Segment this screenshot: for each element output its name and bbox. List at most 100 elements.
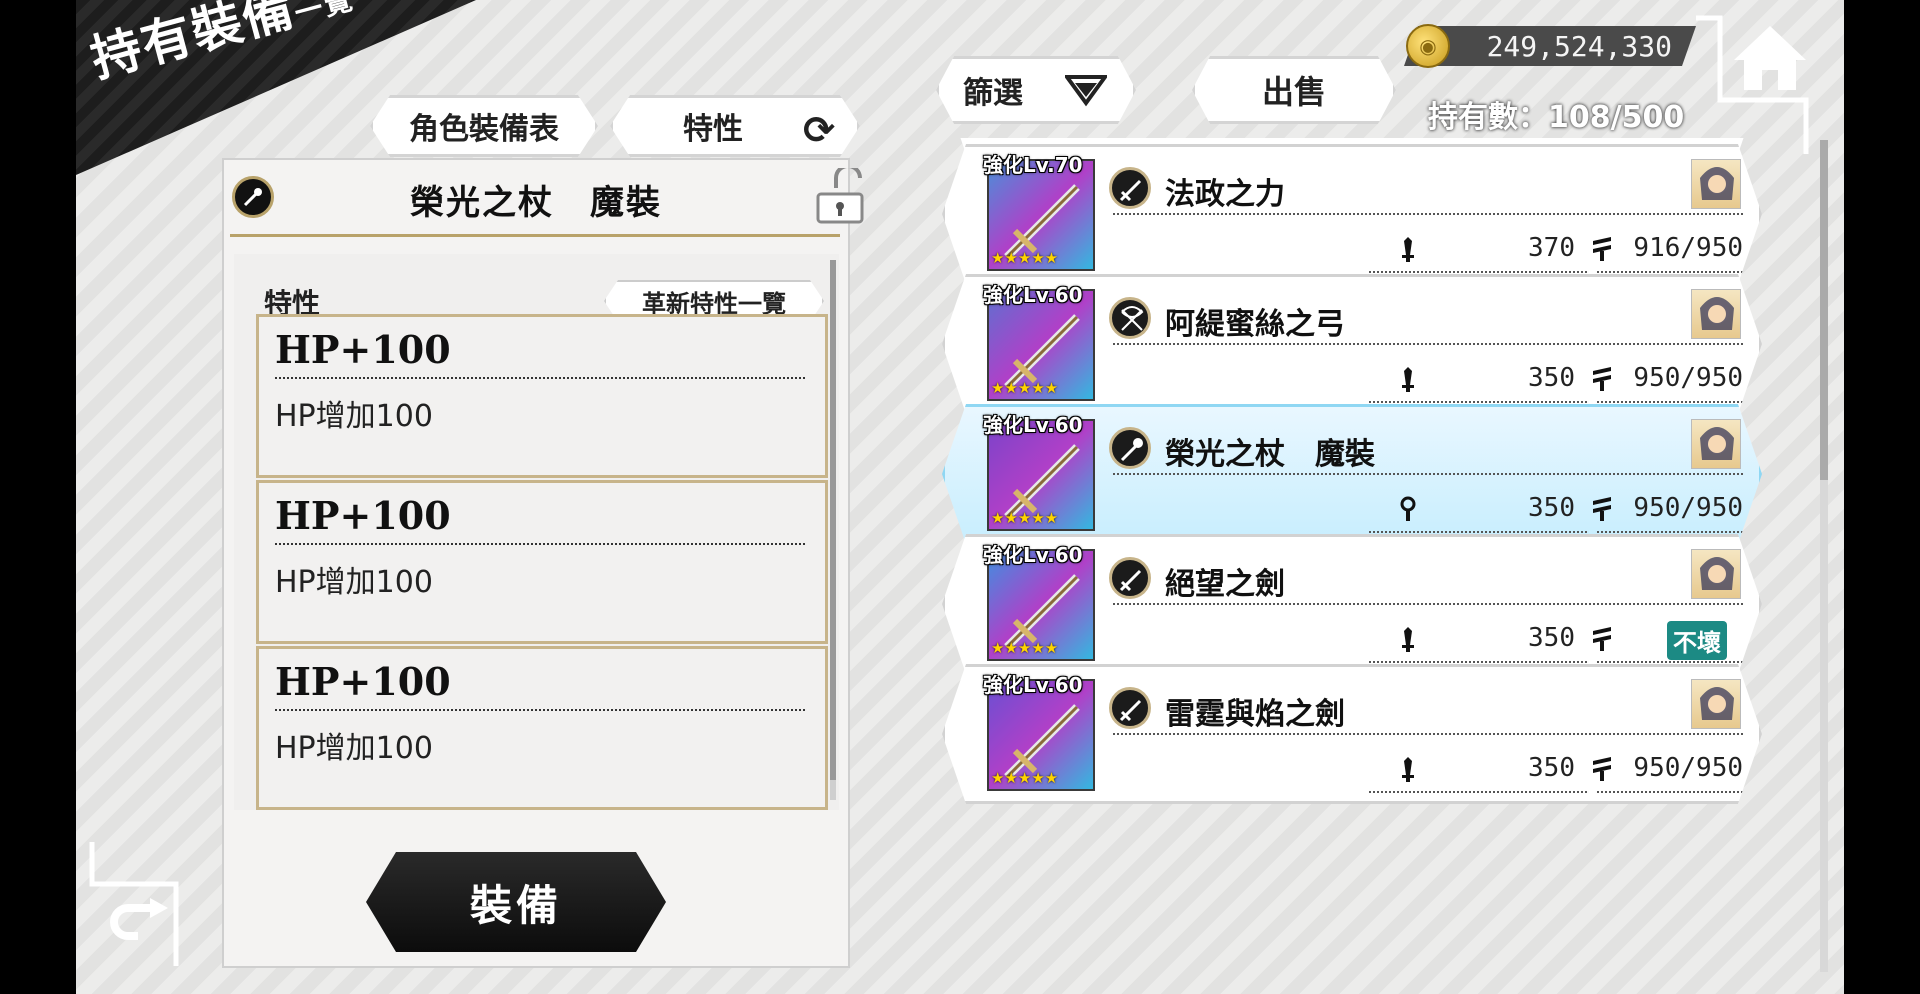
staff-icon — [1109, 427, 1151, 469]
owned-count: 持有數：108/500 — [1428, 100, 1685, 135]
equipment-detail-panel: 榮光之杖 魔裝 特性 革新特性一覽 HP+100 HP增加100 HP+100 … — [222, 158, 864, 968]
filter-label: 篩選 — [963, 76, 1023, 111]
sword-icon — [1109, 557, 1151, 599]
durability-value: 950/950 — [1633, 363, 1743, 393]
equip-button-label: 裝備 — [469, 880, 562, 930]
attack-value: 350 — [1528, 363, 1575, 393]
refresh-icon: ⟳ — [803, 108, 835, 152]
equipment-name: 阿緹蜜絲之弓 — [1165, 307, 1345, 342]
bow-icon — [1109, 297, 1151, 339]
rarity-stars: ★★★★★ — [991, 249, 1059, 267]
row-divider — [1597, 661, 1743, 663]
list-item[interactable]: 強化Lv.60 ★★★★★ 雷霆與焰之劍 350 950/950 — [942, 664, 1762, 804]
home-button[interactable] — [1728, 20, 1812, 96]
trait-description: HP增加100 — [275, 731, 433, 766]
trait-title: HP+100 — [275, 493, 451, 538]
trait-divider — [275, 377, 805, 379]
equipment-list: 強化Lv.70 ★★★★★ 法政之力 370 916/950 強化Lv.60 ★… — [932, 138, 1772, 978]
trait-scrollbar-thumb[interactable] — [830, 260, 836, 780]
unlock-icon[interactable] — [812, 164, 868, 226]
header-divider — [230, 234, 840, 237]
attack-value: 350 — [1528, 493, 1575, 523]
trait-scrollbar[interactable] — [830, 260, 836, 800]
character-avatar — [1691, 159, 1741, 209]
row-divider — [1113, 603, 1743, 605]
detail-item-name-text: 榮光之杖 魔裝 — [410, 182, 662, 223]
trait-toggle-button[interactable]: 特性 ⟳ — [610, 95, 860, 157]
trait-title: HP+100 — [275, 327, 451, 372]
character-avatar — [1691, 419, 1741, 469]
unbreakable-badge: 不壞 — [1667, 621, 1727, 660]
attack-icon — [1397, 755, 1419, 783]
list-item[interactable]: 強化Lv.60 ★★★★★ 阿緹蜜絲之弓 350 950/950 — [942, 274, 1762, 414]
list-item[interactable]: 強化Lv.60 ★★★★★ 榮光之杖 魔裝 350 950/950 — [942, 404, 1762, 544]
row-divider — [1597, 791, 1743, 793]
trait-toggle-label: 特性 — [683, 112, 743, 147]
row-divider — [1369, 271, 1587, 273]
attack-value: 350 — [1528, 623, 1575, 653]
character-equipment-table-label: 角色裝備表 — [409, 112, 559, 147]
rarity-stars: ★★★★★ — [991, 379, 1059, 397]
row-divider — [1597, 401, 1743, 403]
enhance-level: 強化Lv.60 — [983, 283, 1083, 307]
game-screen: 持有裝備一覽 角色裝備表 特性 ⟳ 榮光之杖 魔裝 特性 革新特性一覽 HP+1… — [76, 0, 1844, 994]
durability-icon — [1591, 235, 1613, 263]
character-avatar — [1691, 679, 1741, 729]
attack-value: 370 — [1528, 233, 1575, 263]
rarity-stars: ★★★★★ — [991, 639, 1059, 657]
durability-icon — [1591, 755, 1613, 783]
durability-value: 916/950 — [1633, 233, 1743, 263]
list-item[interactable]: 強化Lv.60 ★★★★★ 絕望之劍 350 不壞 — [942, 534, 1762, 674]
row-divider — [1369, 531, 1587, 533]
equip-button[interactable]: 裝備 — [366, 852, 666, 952]
detail-item-name: 榮光之杖 魔裝 — [224, 160, 848, 238]
character-equipment-table-button[interactable]: 角色裝備表 — [370, 95, 598, 157]
sword-icon — [1109, 167, 1151, 209]
row-divider — [1113, 733, 1743, 735]
equipment-name: 雷霆與焰之劍 — [1165, 697, 1345, 732]
enhance-level: 強化Lv.60 — [983, 413, 1083, 437]
sell-button[interactable]: 出售 — [1192, 56, 1396, 124]
row-divider — [1369, 661, 1587, 663]
attack-value: 350 — [1528, 753, 1575, 783]
trait-divider — [275, 709, 805, 711]
trait-description: HP增加100 — [275, 565, 433, 600]
list-scrollbar[interactable] — [1820, 140, 1828, 972]
rarity-stars: ★★★★★ — [991, 769, 1059, 787]
row-divider — [1369, 791, 1587, 793]
enhance-level: 強化Lv.70 — [983, 153, 1083, 177]
back-button[interactable] — [88, 838, 208, 968]
list-item[interactable]: 強化Lv.70 ★★★★★ 法政之力 370 916/950 — [942, 144, 1762, 284]
chevron-down-icon — [1065, 73, 1107, 107]
gold-value: 249,524,330 — [1486, 29, 1672, 63]
rarity-stars: ★★★★★ — [991, 509, 1059, 527]
magic-icon — [1397, 495, 1419, 523]
trait-card: HP+100 HP增加100 — [256, 314, 828, 478]
attack-icon — [1397, 235, 1419, 263]
equipment-name: 榮光之杖 魔裝 — [1165, 437, 1375, 472]
sword-icon — [1109, 687, 1151, 729]
row-divider — [1597, 531, 1743, 533]
character-avatar — [1691, 549, 1741, 599]
trait-divider — [275, 543, 805, 545]
durability-icon — [1591, 495, 1613, 523]
list-scrollbar-thumb[interactable] — [1820, 140, 1828, 480]
row-divider — [1113, 473, 1743, 475]
durability-icon — [1591, 625, 1613, 653]
enhance-level: 強化Lv.60 — [983, 543, 1083, 567]
trait-title: HP+100 — [275, 659, 451, 704]
filter-button[interactable]: 篩選 — [936, 56, 1136, 124]
equipment-name: 絕望之劍 — [1165, 567, 1285, 602]
sell-label: 出售 — [1261, 73, 1326, 111]
durability-icon — [1591, 365, 1613, 393]
back-arrow-icon — [89, 842, 179, 966]
durability-value: 950/950 — [1633, 753, 1743, 783]
row-divider — [1113, 343, 1743, 345]
trait-card: HP+100 HP增加100 — [256, 480, 828, 644]
trait-list-area: 特性 革新特性一覽 HP+100 HP增加100 HP+100 HP增加100 — [234, 254, 839, 810]
equipment-name: 法政之力 — [1165, 177, 1285, 212]
durability-value: 950/950 — [1633, 493, 1743, 523]
character-avatar — [1691, 289, 1741, 339]
trait-description: HP增加100 — [275, 399, 433, 434]
coin-icon: ◉ — [1406, 24, 1450, 68]
